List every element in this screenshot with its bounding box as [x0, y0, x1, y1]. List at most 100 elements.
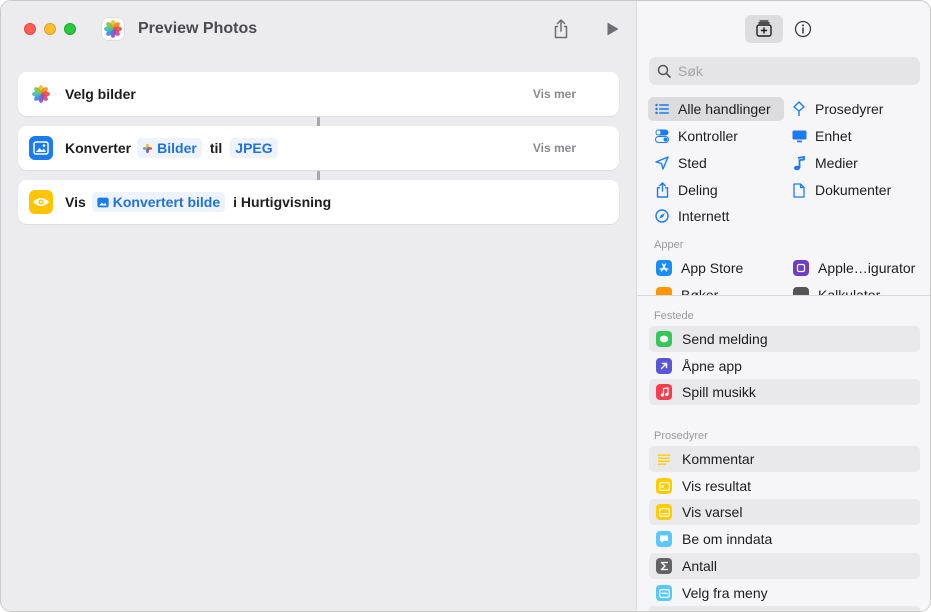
share-icon: [654, 182, 670, 198]
action-quick-look[interactable]: Vis Konvertert bilde i Hurtigvisning: [18, 180, 619, 224]
scripting-label: Kommentar: [682, 451, 755, 467]
scripting-label: Vis varsel: [682, 504, 743, 520]
chat-icon: [656, 531, 672, 547]
share-button[interactable]: [550, 17, 572, 41]
eye-icon: [29, 190, 53, 214]
category-label: Medier: [815, 155, 858, 171]
category-controls[interactable]: Kontroller: [648, 124, 784, 148]
scripting-label: Be om inndata: [682, 531, 773, 547]
search-input[interactable]: [678, 63, 898, 79]
lines-icon: [656, 451, 672, 467]
search-field[interactable]: [649, 57, 920, 85]
action-label: Konverter: [65, 140, 132, 156]
calculator-icon: [793, 287, 809, 295]
scripting-item-partial: [649, 606, 920, 611]
image-icon: [97, 197, 109, 208]
category-device[interactable]: Enhet: [785, 124, 921, 148]
library-toggle-button[interactable]: [745, 15, 783, 43]
action-label: Velg bilder: [65, 86, 136, 102]
scripting-item-choose-from-menu[interactable]: Velg fra meny: [649, 580, 920, 606]
category-sharing[interactable]: Deling: [648, 178, 784, 202]
zoom-window-button[interactable]: [64, 23, 76, 35]
scripting-item-show-alert[interactable]: Vis varsel: [649, 499, 920, 525]
show-more-button[interactable]: Vis mer: [533, 87, 576, 101]
image-icon: [29, 136, 53, 160]
scripting-item-ask-for-input[interactable]: Be om inndata: [649, 526, 920, 552]
category-documents[interactable]: Dokumenter: [785, 178, 921, 202]
document-icon: [791, 182, 807, 198]
action-library-pane: Alle handlinger Prosedyrer Kontroller En…: [636, 1, 930, 611]
scripting-item-comment[interactable]: Kommentar: [649, 446, 920, 472]
pinned-label: Åpne app: [682, 358, 742, 374]
app-item-books[interactable]: Bøker: [656, 284, 718, 295]
section-header-apps: Apper: [654, 239, 684, 251]
variable-token-converted-image[interactable]: Konvertert bilde: [91, 192, 226, 212]
category-label: Internett: [678, 208, 730, 224]
category-label: Prosedyrer: [815, 101, 884, 117]
action-select-photos[interactable]: Velg bilder Vis mer: [18, 72, 619, 116]
app-label: Bøker: [681, 287, 719, 295]
compass-icon: [654, 208, 670, 224]
result-icon: [656, 478, 672, 494]
category-all-actions[interactable]: Alle handlinger: [648, 97, 784, 121]
add-to-library-icon: [756, 20, 772, 37]
music-note-icon: [791, 155, 807, 171]
books-icon: [656, 287, 672, 295]
play-icon: [607, 22, 619, 36]
run-button[interactable]: [602, 17, 624, 41]
category-label: Kontroller: [678, 128, 738, 144]
search-icon: [657, 64, 671, 78]
section-header-scripting: Prosedyrer: [654, 430, 708, 442]
pinned-item-send-message[interactable]: Send melding: [649, 326, 920, 352]
show-more-button[interactable]: Vis mer: [533, 141, 576, 155]
section-header-pinned: Festede: [654, 310, 694, 322]
category-media[interactable]: Medier: [785, 151, 921, 175]
share-icon: [554, 19, 568, 39]
format-token-jpeg[interactable]: JPEG: [230, 138, 278, 158]
alert-icon: [656, 504, 672, 520]
category-label: Deling: [678, 182, 718, 198]
category-label: Alle handlinger: [678, 101, 771, 117]
category-label: Enhet: [815, 128, 852, 144]
app-item-calculator[interactable]: Kalkulator: [793, 284, 880, 295]
photos-icon: [29, 82, 53, 106]
info-icon: [794, 20, 812, 38]
scripting-item-show-result[interactable]: Vis resultat: [649, 473, 920, 499]
pinned-item-open-app[interactable]: Åpne app: [649, 353, 920, 379]
display-icon: [791, 128, 807, 144]
scripting-label: Antall: [682, 558, 718, 574]
token-label: Konvertert bilde: [112, 194, 221, 210]
minimize-window-button[interactable]: [44, 23, 56, 35]
info-button[interactable]: [793, 19, 813, 39]
close-window-button[interactable]: [24, 23, 36, 35]
pinned-item-play-music[interactable]: Spill musikk: [649, 379, 920, 405]
apps-overflow-area: Bøker Kalkulator: [637, 257, 930, 295]
category-web[interactable]: Internett: [648, 204, 784, 228]
message-icon: [656, 331, 672, 347]
app-label: Kalkulator: [818, 287, 881, 295]
action-suffix-text: i Hurtigvisning: [233, 194, 332, 210]
scripting-item-count[interactable]: Antall: [649, 553, 920, 579]
list-icon: [654, 101, 670, 117]
action-convert-image[interactable]: Konverter Bilder til JPEG Vis mer: [18, 126, 619, 170]
category-label: Sted: [678, 155, 707, 171]
photos-app-icon: [102, 18, 124, 40]
category-label: Dokumenter: [815, 182, 892, 198]
photos-icon: [142, 143, 153, 154]
pinned-label: Send melding: [682, 331, 768, 347]
music-note-icon: [656, 384, 672, 400]
scripting-label: Velg fra meny: [682, 585, 768, 601]
variable-token-photos[interactable]: Bilder: [137, 138, 202, 158]
scripting-icon: [791, 101, 807, 117]
action-label: Vis: [65, 194, 86, 210]
title-bar: Preview Photos: [1, 1, 636, 57]
menu-icon: [656, 585, 672, 601]
scripting-label: Vis resultat: [682, 478, 751, 494]
category-location[interactable]: Sted: [648, 151, 784, 175]
pinned-label: Spill musikk: [682, 384, 756, 400]
editor-pane: Preview Photos Velg bilder Vis mer Konve…: [1, 1, 636, 611]
category-scripting[interactable]: Prosedyrer: [785, 97, 921, 121]
shortcuts-window: Preview Photos Velg bilder Vis mer Konve…: [0, 0, 931, 612]
window-title: Preview Photos: [138, 20, 258, 37]
arrow-up-right-icon: [656, 358, 672, 374]
